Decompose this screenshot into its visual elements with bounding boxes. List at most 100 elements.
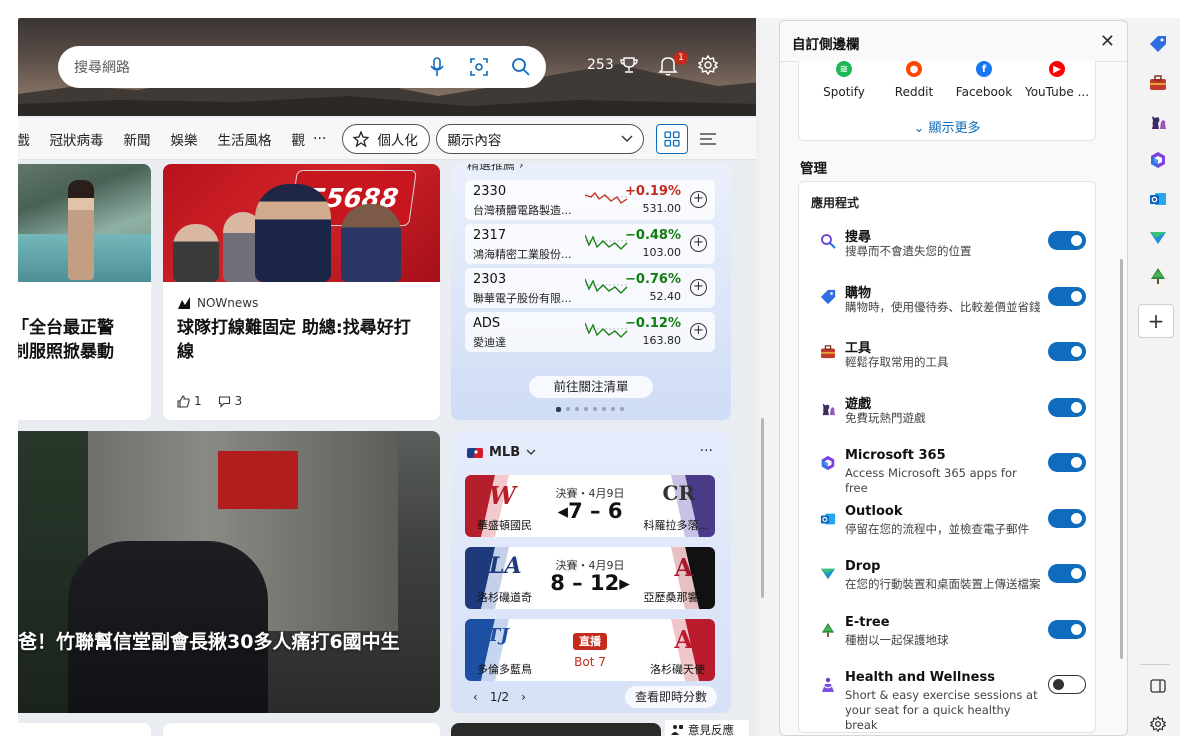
quick-link-spotify[interactable]: ≋ Spotify [809, 61, 879, 99]
quick-link-reddit[interactable]: ● Reddit [879, 61, 949, 99]
nav-item-entertainment[interactable]: 娛樂 [171, 129, 198, 149]
nav-more-button[interactable]: ··· [313, 131, 326, 147]
app-toggle[interactable] [1048, 231, 1086, 250]
feedback-button[interactable]: 意見反應 [665, 720, 749, 736]
game-score-row[interactable]: TJ A 多倫多藍鳥 洛杉磯天使 直播 Bot 7 [465, 619, 715, 681]
app-toggle[interactable] [1048, 619, 1086, 639]
stock-row[interactable]: 2303 聯華電子股份有限... −0.76% 52.40 + [465, 268, 715, 308]
drop-send-icon[interactable] [1148, 228, 1168, 248]
news-card[interactable] [163, 723, 440, 736]
panel-scrollbar-thumb[interactable] [1120, 259, 1123, 659]
like-button[interactable]: 1 [177, 394, 202, 408]
top-story-title[interactable]: 爸！竹聯幫信堂副會長揪30多人痛打6國中生 [18, 627, 400, 654]
app-toggle[interactable] [1048, 342, 1086, 361]
sparkline-chart [585, 278, 629, 294]
trophy-icon [620, 57, 638, 73]
stock-row[interactable]: 2330 台灣積體電路製造... +0.19% 531.00 + [465, 180, 715, 220]
search-bar[interactable]: 搜尋網路 [58, 46, 546, 88]
more-options-icon[interactable]: ··· [700, 443, 713, 459]
add-to-watchlist-button[interactable]: + [690, 235, 707, 252]
dodgers-logo: LA [489, 553, 522, 579]
quick-link-youtube[interactable]: ▶ YouTube ... [1019, 61, 1095, 99]
points-count: 253 [587, 57, 614, 73]
nav-item-lifestyle[interactable]: 生活風格 [218, 129, 272, 149]
add-app-button[interactable]: + [1138, 304, 1174, 338]
hero-banner: 搜尋網路 253 1 [18, 18, 760, 116]
outlook-icon[interactable] [1148, 189, 1168, 209]
prev-page-button[interactable]: ‹ [473, 690, 478, 704]
news-card[interactable]: 55688 NOWnews 球隊打線難固定 助總:找尋好打線 1 3 [163, 164, 440, 420]
personalize-button[interactable]: 個人化 [342, 123, 431, 154]
next-page-button[interactable]: › [521, 690, 526, 704]
app-description: 免費玩熱門遊戲 [845, 410, 926, 425]
apps-box: 應用程式 搜尋 搜尋而不會遺失您的位置 購物 購物時，使用優待券、比較差價並省錢 工具輕… [798, 181, 1096, 733]
news-image: 55688 [163, 164, 440, 282]
page-indicator: 1/2 [489, 690, 510, 704]
microsoft365-icon[interactable] [1148, 150, 1168, 170]
carousel-dots[interactable] [556, 407, 624, 412]
feed-scrollbar-track[interactable] [756, 18, 760, 736]
personalize-label: 個人化 [377, 132, 418, 149]
sidebar-settings-gear-icon[interactable] [1148, 714, 1168, 734]
add-to-watchlist-button[interactable]: + [690, 191, 707, 208]
news-title[interactable]: 球隊打線難固定 助總:找尋好打線 [177, 316, 427, 364]
show-more-link[interactable]: ⌄ 顯示更多 [799, 117, 1095, 136]
stock-row[interactable]: 2317 鴻海精密工業股份... −0.48% 103.00 + [465, 224, 715, 264]
app-toggle[interactable] [1048, 508, 1086, 528]
tools-toolbox-icon[interactable] [1148, 73, 1168, 93]
top-story-card[interactable]: 爸！竹聯幫信堂副會長揪30多人痛打6國中生 [18, 431, 440, 713]
live-scores-button[interactable]: 查看即時分數 [624, 686, 717, 708]
home-team: 洛杉磯道奇 [477, 591, 532, 604]
app-toggle[interactable] [1048, 286, 1086, 306]
app-toggle[interactable] [1048, 397, 1086, 417]
sparkline-chart [585, 191, 629, 204]
etree-icon [819, 621, 837, 639]
hide-sidebar-icon[interactable] [1148, 676, 1168, 696]
nav-item-news[interactable]: 新聞 [124, 129, 151, 149]
microphone-icon[interactable] [426, 56, 448, 78]
bluejays-logo: TJ [487, 625, 509, 646]
comment-button[interactable]: 3 [218, 394, 242, 408]
away-team: 亞歷桑那響... [643, 591, 710, 604]
games-chess-icon[interactable] [1148, 111, 1168, 131]
app-description: 輕鬆存取常用的工具 [845, 355, 949, 369]
rewards-points[interactable]: 253 [587, 56, 638, 74]
mlb-header[interactable]: MLB [467, 445, 536, 460]
list-view-button[interactable] [698, 129, 718, 149]
game-score-row[interactable]: LA A 洛杉磯道奇 亞歷桑那響... 決賽・4月9日 8 – 12▸ [465, 547, 715, 609]
app-description: 停留在您的流程中，並檢查電子郵件 [845, 521, 1029, 536]
news-card[interactable] [451, 723, 661, 736]
game-score-row[interactable]: W CR 華盛頓國民 科羅拉多落... 決賽・4月9日 ◂7 – 6 [465, 475, 715, 537]
quick-link-facebook[interactable]: f Facebook [949, 61, 1019, 99]
quick-link-label: Reddit [894, 85, 934, 99]
add-to-watchlist-button[interactable]: + [690, 323, 707, 340]
feed-scrollbar-thumb[interactable] [761, 418, 764, 598]
nav-item-travel[interactable]: 觀 [292, 129, 306, 149]
stocks-header[interactable]: 精選推薦 › [467, 164, 524, 173]
comment-icon [218, 395, 230, 408]
app-name: 搜尋 [845, 230, 872, 245]
news-card[interactable]: 「全台最正警 制服照掀暴動 [18, 164, 151, 420]
etree-icon[interactable] [1148, 266, 1168, 286]
visual-search-icon[interactable] [468, 56, 490, 78]
app-toggle[interactable] [1048, 675, 1086, 694]
angels-logo: A [674, 625, 693, 654]
display-content-dropdown[interactable]: 顯示內容 [436, 123, 645, 154]
go-to-watchlist-button[interactable]: 前往關注清單 [529, 376, 653, 398]
add-to-watchlist-button[interactable]: + [690, 279, 707, 296]
app-toggle[interactable] [1048, 564, 1086, 583]
stock-row[interactable]: ADS 愛迪達 −0.12% 163.80 + [465, 312, 715, 352]
news-card[interactable] [18, 723, 151, 736]
app-toggle[interactable] [1048, 453, 1086, 472]
close-icon[interactable]: ✕ [1100, 31, 1115, 52]
app-row-etree: E-tree 種樹以一起保護地球 [799, 613, 1097, 665]
search-icon[interactable] [510, 56, 532, 78]
news-title[interactable]: 「全台最正警 制服照掀暴動 [18, 316, 148, 364]
settings-gear-icon[interactable] [698, 55, 718, 75]
grid-view-button[interactable] [656, 123, 689, 154]
search-input[interactable]: 搜尋網路 [74, 57, 406, 77]
nav-item-covid[interactable]: 冠狀病毒 [50, 129, 104, 149]
shopping-tag-icon[interactable] [1148, 34, 1168, 54]
app-row-tools: 工具 輕鬆存取常用的工具 [799, 335, 1097, 387]
nav-item-games[interactable]: 戲 [18, 129, 30, 149]
